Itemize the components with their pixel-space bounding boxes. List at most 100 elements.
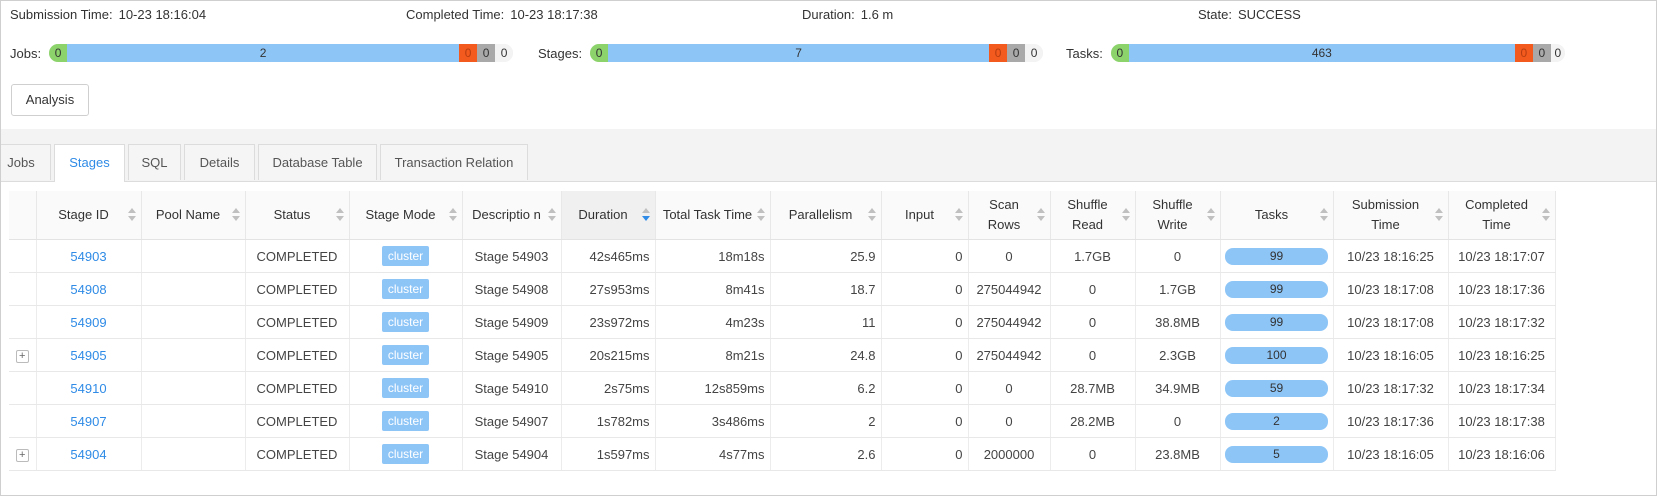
stage-mode-badge: cluster bbox=[381, 378, 430, 398]
col-submission-time[interactable]: Submission Time bbox=[1333, 191, 1449, 240]
tasks-progress-pill: 59 bbox=[1225, 379, 1328, 397]
stages-progress: Stages: 0 7 0 0 0 bbox=[538, 44, 1044, 62]
expand-cell bbox=[9, 239, 37, 273]
cell-parallelism: 18.7 bbox=[770, 272, 882, 306]
col-shuffle-read[interactable]: Shuffle Read bbox=[1050, 191, 1136, 240]
tasks-progress-seg-skipped: 0 bbox=[1532, 44, 1551, 62]
cell-tasks: 99 bbox=[1220, 305, 1334, 339]
tab-database-table[interactable]: Database Table bbox=[258, 144, 377, 180]
submission-time-value: 10-23 18:16:04 bbox=[118, 7, 207, 22]
sort-icon[interactable] bbox=[547, 208, 556, 222]
col-parallelism[interactable]: Parallelism bbox=[770, 191, 882, 240]
sort-icon[interactable] bbox=[335, 208, 344, 222]
col-scan-rows[interactable]: Scan Rows bbox=[968, 191, 1051, 240]
tab-jobs[interactable]: Jobs bbox=[1, 144, 51, 180]
stages-progress-seg-0: 0 bbox=[590, 44, 609, 62]
table-row: 54910 COMPLETED cluster Stage 54910 2s75ms 12… bbox=[9, 371, 1556, 405]
cell-stage-id[interactable]: 54905 bbox=[36, 338, 142, 372]
cell-scan-rows: 2000000 bbox=[968, 437, 1051, 471]
tasks-progress-label: Tasks: bbox=[1066, 45, 1103, 61]
cell-scan-rows: 0 bbox=[968, 404, 1051, 438]
jobs-progress-seg-skipped: 0 bbox=[477, 44, 496, 62]
jobs-progress-bar: 0 2 0 0 0 bbox=[49, 44, 514, 62]
jobs-progress: Jobs: 0 2 0 0 0 bbox=[10, 44, 514, 62]
expand-icon[interactable]: + bbox=[15, 350, 29, 363]
cell-stage-id[interactable]: 54904 bbox=[36, 437, 142, 471]
cell-stage-id[interactable]: 54909 bbox=[36, 305, 142, 339]
cell-description: Stage 54907 bbox=[462, 404, 562, 438]
cell-status: COMPLETED bbox=[245, 272, 350, 306]
cell-shuffle-write: 23.8MB bbox=[1135, 437, 1221, 471]
analysis-button[interactable]: Analysis bbox=[11, 84, 89, 116]
cell-submission-time: 10/23 18:17:32 bbox=[1333, 371, 1449, 405]
cell-duration: 42s465ms bbox=[561, 239, 656, 273]
tab-transaction-relation[interactable]: Transaction Relation bbox=[380, 144, 528, 180]
cell-stage-id[interactable]: 54910 bbox=[36, 371, 142, 405]
stages-progress-seg-failed: 0 bbox=[989, 44, 1008, 62]
sort-icon[interactable] bbox=[954, 208, 963, 222]
stages-progress-bar: 0 7 0 0 0 bbox=[590, 44, 1044, 62]
tab-sql[interactable]: SQL bbox=[128, 144, 181, 180]
cell-duration: 20s215ms bbox=[561, 338, 656, 372]
jobs-progress-seg-0: 0 bbox=[49, 44, 68, 62]
submission-time-label: Submission Time: bbox=[10, 7, 113, 22]
col-duration[interactable]: Duration bbox=[561, 191, 656, 240]
col-total-task-time[interactable]: Total Task Time bbox=[655, 191, 771, 240]
expand-icon[interactable]: + bbox=[15, 449, 29, 462]
col-input[interactable]: Input bbox=[881, 191, 969, 240]
sort-icon[interactable] bbox=[1541, 208, 1550, 222]
cell-shuffle-write: 1.7GB bbox=[1135, 272, 1221, 306]
app-frame: Submission Time: 10-23 18:16:04 Completed… bbox=[0, 0, 1657, 496]
sort-icon[interactable] bbox=[1319, 208, 1328, 222]
cell-status: COMPLETED bbox=[245, 305, 350, 339]
cell-stage-mode: cluster bbox=[349, 239, 463, 273]
tab-stages[interactable]: Stages bbox=[54, 144, 125, 182]
col-shuffle-write[interactable]: Shuffle Write bbox=[1135, 191, 1221, 240]
tasks-progress-pill: 99 bbox=[1225, 247, 1328, 265]
cell-pool-name bbox=[141, 338, 246, 372]
stages-progress-seg-skipped: 0 bbox=[1007, 44, 1026, 62]
sort-icon[interactable] bbox=[1036, 208, 1045, 222]
col-pool-name[interactable]: Pool Name bbox=[141, 191, 246, 240]
cell-pool-name bbox=[141, 404, 246, 438]
col-stage-id-label: Stage ID bbox=[58, 207, 109, 222]
cell-stage-id[interactable]: 54907 bbox=[36, 404, 142, 438]
sort-icon[interactable] bbox=[867, 208, 876, 222]
sort-icon[interactable] bbox=[1206, 208, 1215, 222]
col-completed-time[interactable]: Completed Time bbox=[1448, 191, 1556, 240]
cell-total-task-time: 4s77ms bbox=[655, 437, 771, 471]
col-status[interactable]: Status bbox=[245, 191, 350, 240]
col-tasks[interactable]: Tasks bbox=[1220, 191, 1334, 240]
cell-description: Stage 54904 bbox=[462, 437, 562, 471]
stages-table: Stage ID Pool Name Status Stage Mode Des… bbox=[9, 191, 1556, 471]
expand-cell bbox=[9, 404, 37, 438]
table-row: 54907 COMPLETED cluster Stage 54907 1s782ms 3… bbox=[9, 404, 1556, 438]
col-description[interactable]: Descriptio n bbox=[462, 191, 562, 240]
cell-tasks: 99 bbox=[1220, 239, 1334, 273]
cell-stage-id[interactable]: 54903 bbox=[36, 239, 142, 273]
cell-description: Stage 54905 bbox=[462, 338, 562, 372]
cell-status: COMPLETED bbox=[245, 239, 350, 273]
col-stage-mode[interactable]: Stage Mode bbox=[349, 191, 463, 240]
sort-icon[interactable] bbox=[231, 208, 240, 222]
expand-cell: + bbox=[9, 437, 37, 471]
sort-icon[interactable] bbox=[127, 208, 136, 222]
sort-icon[interactable] bbox=[1121, 208, 1130, 222]
tab-details[interactable]: Details bbox=[184, 144, 255, 180]
cell-total-task-time: 8m21s bbox=[655, 338, 771, 372]
sort-desc-icon[interactable] bbox=[641, 208, 650, 222]
table-row: 54903 COMPLETED cluster Stage 54903 42s465ms… bbox=[9, 239, 1556, 273]
sort-icon[interactable] bbox=[756, 208, 765, 222]
sort-icon[interactable] bbox=[448, 208, 457, 222]
cell-stage-id[interactable]: 54908 bbox=[36, 272, 142, 306]
cell-tasks: 99 bbox=[1220, 272, 1334, 306]
cell-input: 0 bbox=[881, 371, 969, 405]
tasks-progress-pill: 5 bbox=[1225, 445, 1328, 463]
duration-value: 1.6 m bbox=[860, 7, 894, 22]
cell-shuffle-write: 0 bbox=[1135, 404, 1221, 438]
col-stage-id[interactable]: Stage ID bbox=[36, 191, 142, 240]
cell-shuffle-read: 0 bbox=[1050, 437, 1136, 471]
duration-label: Duration: bbox=[802, 7, 855, 22]
cell-status: COMPLETED bbox=[245, 338, 350, 372]
sort-icon[interactable] bbox=[1434, 208, 1443, 222]
